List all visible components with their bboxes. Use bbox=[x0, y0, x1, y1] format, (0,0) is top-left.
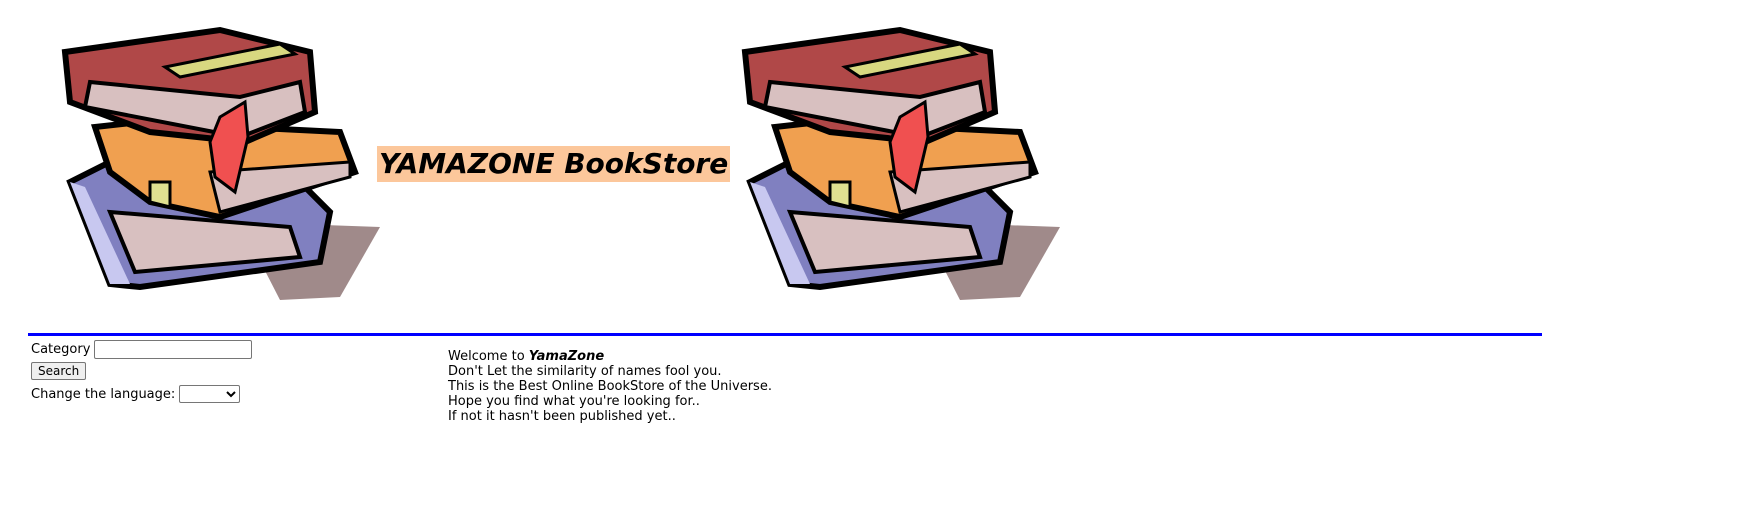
language-select[interactable] bbox=[179, 385, 241, 403]
search-button[interactable]: Search bbox=[31, 361, 87, 380]
welcome-line: If not it hasn't been published yet.. bbox=[448, 409, 676, 424]
welcome-prefix: Welcome to bbox=[448, 349, 529, 364]
brand-name: YamaZone bbox=[528, 349, 605, 364]
category-input[interactable] bbox=[94, 339, 253, 359]
welcome-line: This is the Best Online BookStore of the… bbox=[448, 379, 772, 394]
category-label: Category bbox=[31, 341, 91, 357]
divider bbox=[28, 333, 1542, 336]
search-form: Category Search Change the language: bbox=[31, 339, 253, 404]
language-label: Change the language: bbox=[31, 386, 176, 402]
book-stack-icon bbox=[50, 22, 380, 302]
welcome-line: Hope you find what you're looking for.. bbox=[448, 394, 700, 409]
book-stack-icon bbox=[730, 22, 1060, 302]
page-title: YAMAZONE BookStore bbox=[377, 146, 731, 182]
welcome-line: Don't Let the similarity of names fool y… bbox=[448, 364, 722, 379]
welcome-message: Welcome to YamaZone Don't Let the simila… bbox=[448, 349, 772, 424]
